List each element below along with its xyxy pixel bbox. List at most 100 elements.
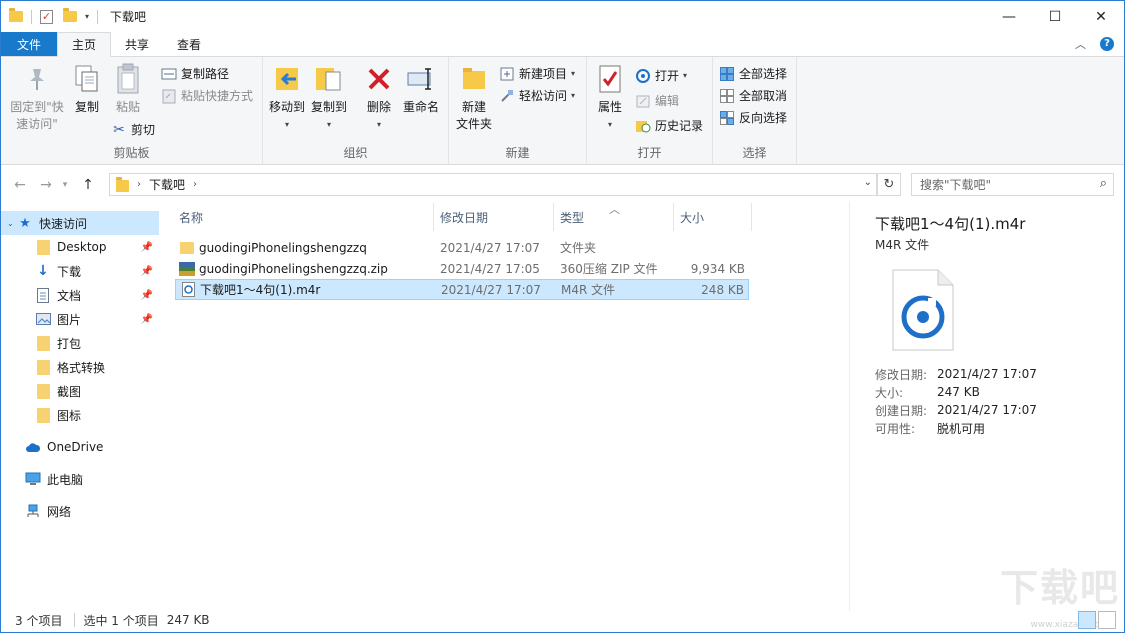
customize-toolbar-dropdown-icon[interactable]: ▾	[85, 12, 89, 21]
copy-to-label: 复制到	[310, 100, 347, 114]
column-header-name[interactable]: 名称	[179, 209, 203, 226]
tab-home[interactable]: 主页	[57, 32, 112, 57]
delete-label: 删除	[366, 100, 391, 114]
open-dropdown-icon: ▾	[683, 71, 688, 80]
breadcrumb-current[interactable]: 下载吧	[149, 176, 185, 193]
nav-this-pc[interactable]: 此电脑	[1, 467, 159, 491]
new-item-button[interactable]: 新建项目 ▾	[499, 65, 575, 82]
breadcrumb-chevron-icon[interactable]: ›	[193, 179, 197, 190]
open-button[interactable]: 打开 ▾	[635, 67, 687, 84]
column-header-size[interactable]: 大小	[680, 209, 704, 226]
star-icon: ★	[19, 215, 31, 231]
column-divider[interactable]	[553, 203, 554, 231]
maximize-button[interactable]: ☐	[1032, 1, 1078, 32]
folder-icon	[9, 8, 23, 22]
column-header-date[interactable]: 修改日期	[440, 209, 488, 226]
chevron-up-icon[interactable]: ︿	[1075, 36, 1086, 52]
pin-icon: 📌	[140, 313, 153, 325]
column-header-type[interactable]: 类型	[560, 209, 584, 226]
zip-archive-icon	[179, 261, 195, 277]
property-row: 修改日期: 2021/4/27 17:07	[875, 365, 1037, 383]
table-row[interactable]: guodingiPhonelingshengzzq.zip 2021/4/27 …	[175, 258, 749, 279]
recent-locations-icon[interactable]: ▾	[59, 180, 71, 190]
table-row[interactable]: 下载吧1～4句(1).m4r 2021/4/27 17:07 M4R 文件 24…	[175, 279, 749, 300]
table-row[interactable]: guodingiPhonelingshengzzq 2021/4/27 17:0…	[175, 237, 749, 258]
nav-item-pictures[interactable]: 图片 📌	[1, 307, 159, 331]
nav-item-downloads[interactable]: ↓ 下载 📌	[1, 259, 159, 283]
new-folder-icon[interactable]	[63, 8, 77, 22]
new-folder-button[interactable]: 新建 文件夹	[453, 63, 495, 133]
tab-view[interactable]: 查看	[163, 32, 215, 56]
property-key: 大小:	[875, 385, 904, 400]
forward-arrow-icon[interactable]: →	[33, 177, 59, 193]
edit-icon	[635, 93, 651, 109]
nav-quick-access[interactable]: ⌄ ★ 快速访问	[1, 211, 159, 235]
rename-button[interactable]: 重命名	[399, 63, 443, 116]
sort-up-icon: ︿	[609, 203, 620, 216]
up-arrow-icon[interactable]: ↑	[75, 177, 101, 193]
folder-icon	[35, 407, 51, 423]
pin-to-quick-access-button[interactable]: 固定到"快 速访问"	[7, 63, 67, 133]
move-to-button[interactable]: 移动到 ▾	[267, 63, 307, 133]
breadcrumb-chevron-icon[interactable]: ›	[137, 179, 141, 190]
new-folder-label-line1: 新建	[461, 100, 486, 114]
chevron-down-icon[interactable]: ⌄	[7, 219, 17, 228]
column-divider[interactable]	[433, 203, 434, 231]
pin-icon	[21, 63, 53, 95]
nav-item-package[interactable]: 打包	[1, 331, 159, 355]
search-input[interactable]: 搜索"下载吧" ⌕	[911, 173, 1114, 196]
audio-file-icon	[180, 282, 196, 298]
easy-access-icon	[499, 88, 515, 104]
select-all-button[interactable]: 全部选择	[719, 65, 787, 82]
nav-label: 此电脑	[47, 472, 84, 487]
refresh-button[interactable]: ↻	[877, 173, 901, 196]
folder-icon	[35, 359, 51, 375]
nav-item-format-convert[interactable]: 格式转换	[1, 355, 159, 379]
nav-label: 图片	[57, 312, 82, 327]
properties-dropdown-icon: ▾	[607, 120, 612, 129]
easy-access-button[interactable]: 轻松访问 ▾	[499, 87, 575, 104]
invert-selection-button[interactable]: 反向选择	[719, 109, 787, 126]
paste-shortcut-button[interactable]: 粘贴快捷方式	[161, 87, 253, 104]
history-button[interactable]: 历史记录	[635, 117, 703, 134]
properties-check-icon[interactable]: ✓	[40, 9, 53, 24]
minimize-button[interactable]: —	[986, 1, 1032, 32]
nav-onedrive[interactable]: OneDrive	[1, 435, 159, 459]
nav-network[interactable]: 网络	[1, 499, 159, 523]
document-icon	[35, 287, 51, 303]
nav-item-screenshots[interactable]: 截图	[1, 379, 159, 403]
title-bar: ✓ ▾ 下载吧 — ☐ ✕	[1, 1, 1124, 32]
column-divider[interactable]	[673, 203, 674, 231]
quick-access-toolbar: ✓ ▾	[1, 8, 102, 24]
edit-button[interactable]: 编辑	[635, 92, 679, 109]
nav-item-icons[interactable]: 图标	[1, 403, 159, 427]
column-divider[interactable]	[751, 203, 752, 231]
cut-button[interactable]: ✂ 剪切	[111, 121, 155, 138]
easy-access-dropdown-icon: ▾	[571, 91, 576, 100]
nav-item-desktop[interactable]: Desktop 📌	[1, 235, 159, 259]
window-controls: — ☐ ✕	[986, 1, 1124, 32]
property-value: 2021/4/27 17:07	[937, 367, 1037, 381]
search-placeholder: 搜索"下载吧"	[920, 178, 992, 192]
close-button[interactable]: ✕	[1078, 1, 1124, 32]
nav-item-documents[interactable]: 文档 📌	[1, 283, 159, 307]
select-none-icon	[719, 88, 735, 104]
paste-button[interactable]: 粘贴	[109, 63, 147, 116]
details-view-icon[interactable]	[1078, 611, 1096, 629]
properties-button[interactable]: 属性 ▾	[593, 63, 627, 133]
help-icon[interactable]: ?	[1100, 37, 1114, 51]
address-bar[interactable]: › 下载吧 › ⌄	[109, 173, 877, 196]
copy-button[interactable]: 复制	[69, 63, 105, 116]
large-icons-view-icon[interactable]	[1098, 611, 1116, 629]
tab-file[interactable]: 文件	[1, 32, 58, 56]
back-arrow-icon[interactable]: ←	[7, 177, 33, 193]
new-folder-label-line2: 文件夹	[455, 117, 492, 131]
address-dropdown-icon[interactable]: ⌄	[864, 177, 872, 188]
copy-path-button[interactable]: 复制路径	[161, 65, 229, 82]
delete-button[interactable]: 删除 ▾	[363, 63, 395, 133]
select-none-button[interactable]: 全部取消	[719, 87, 787, 104]
copy-label: 复制	[74, 100, 99, 114]
tab-share[interactable]: 共享	[111, 32, 163, 56]
nav-label: 文档	[57, 288, 82, 303]
copy-to-button[interactable]: 复制到 ▾	[309, 63, 349, 133]
